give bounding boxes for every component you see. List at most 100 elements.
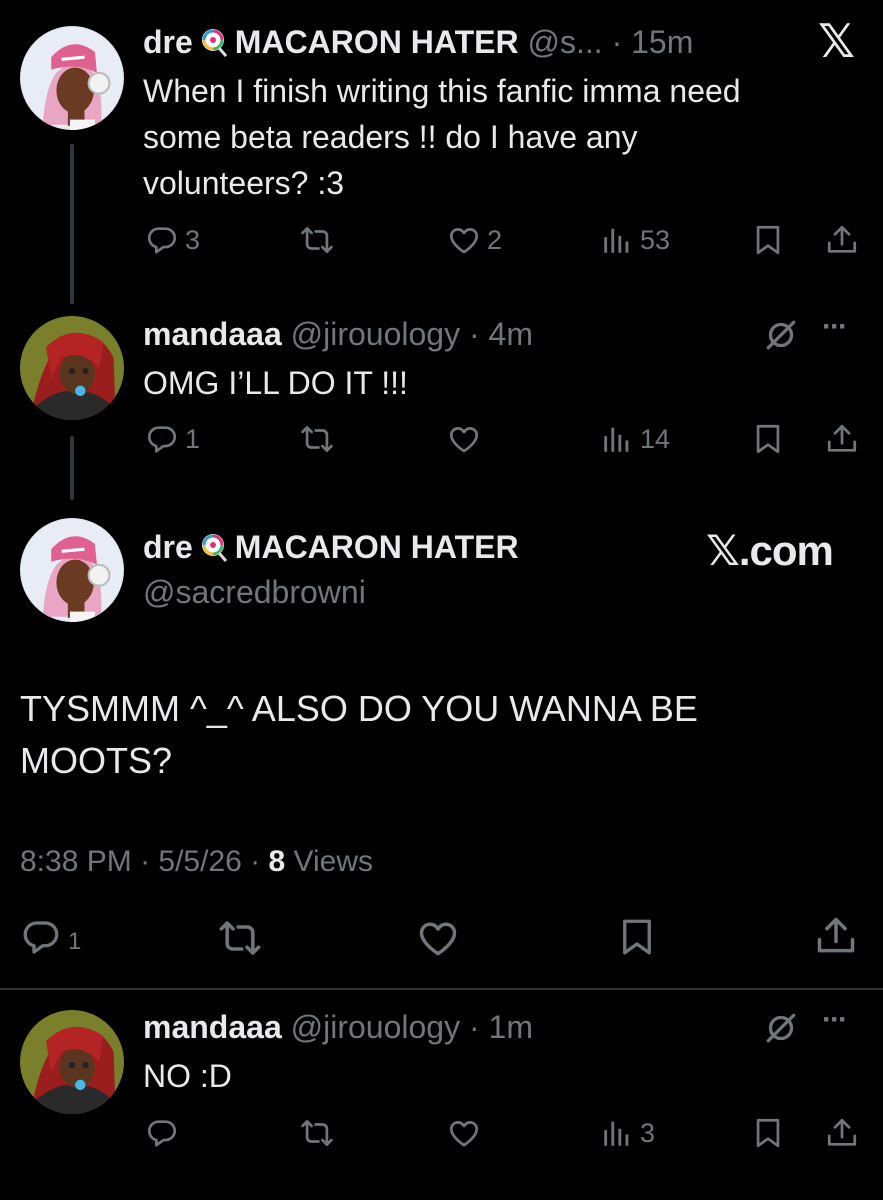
- views-count: 8: [268, 845, 286, 878]
- timestamp[interactable]: 15m: [631, 24, 693, 60]
- like-icon: [447, 1116, 481, 1150]
- retweet-button[interactable]: [300, 422, 334, 456]
- like-button[interactable]: [447, 1116, 481, 1150]
- share-icon: [825, 1116, 859, 1150]
- like-button[interactable]: 2: [447, 223, 502, 257]
- views-button[interactable]: 53: [600, 223, 670, 257]
- like-icon: [447, 223, 481, 257]
- timestamp[interactable]: 1m: [489, 1009, 533, 1045]
- tweet-text: OMG I’LL DO IT !!!: [143, 365, 408, 401]
- reply-icon: [145, 422, 179, 456]
- avatar-mandaaa[interactable]: [20, 1010, 124, 1114]
- bookmark-button[interactable]: [751, 1116, 785, 1150]
- handle[interactable]: @s...: [528, 24, 603, 60]
- text-line: When I finish writing this fanfic imma n…: [143, 73, 741, 109]
- reply1-header: mandaaa @jirouology · 4m: [143, 316, 533, 352]
- lollipop-emoji: [201, 29, 227, 57]
- share-button[interactable]: [825, 422, 859, 456]
- like-icon: [447, 422, 481, 456]
- avatar-mandaaa[interactable]: [20, 316, 124, 420]
- grok-button[interactable]: [763, 1010, 799, 1046]
- share-icon: [825, 223, 859, 257]
- reply-icon: [145, 1116, 179, 1150]
- handle[interactable]: @jirouology: [291, 316, 460, 352]
- more-icon: ···: [822, 310, 848, 343]
- bookmark-button[interactable]: [751, 422, 785, 456]
- views-count: 53: [640, 224, 671, 255]
- more-button[interactable]: ···: [822, 310, 848, 344]
- tweet-text: When I finish writing this fanfic imma n…: [143, 68, 741, 206]
- handle[interactable]: @sacredbrowni: [143, 572, 366, 612]
- time[interactable]: 8:38 PM: [20, 845, 132, 878]
- retweet-icon: [300, 422, 334, 456]
- retweet-button[interactable]: [218, 916, 262, 960]
- reply-icon: [145, 223, 179, 257]
- x-com-brand: 𝕏.com: [706, 527, 834, 574]
- handle[interactable]: @jirouology: [291, 1009, 460, 1045]
- views-label: Views: [293, 845, 374, 878]
- reply-button[interactable]: 1: [20, 916, 81, 958]
- bookmark-icon: [616, 916, 658, 958]
- display-name-rest[interactable]: MACARON HATER: [235, 529, 519, 565]
- retweet-icon: [300, 1116, 334, 1150]
- reply-button[interactable]: 1: [145, 422, 200, 456]
- reply-button[interactable]: 3: [145, 223, 200, 257]
- retweet-button[interactable]: [300, 223, 334, 257]
- thread-line: [70, 436, 74, 500]
- date[interactable]: 5/5/26: [158, 845, 241, 878]
- display-name[interactable]: mandaaa: [143, 316, 282, 352]
- text-line: volunteers? :3: [143, 165, 345, 201]
- retweet-icon: [300, 223, 334, 257]
- like-count: 2: [487, 224, 503, 255]
- share-button[interactable]: [814, 914, 858, 958]
- views-icon: [600, 223, 634, 257]
- bookmark-icon: [751, 1116, 785, 1150]
- main-tweet-text: TYSMMM ^_^ ALSO DO YOU WANNA BE MOOTS?: [20, 683, 698, 787]
- share-icon: [825, 422, 859, 456]
- views-button[interactable]: 14: [600, 422, 670, 456]
- reply-count: 3: [185, 224, 201, 255]
- like-button[interactable]: [416, 916, 460, 960]
- display-name[interactable]: mandaaa: [143, 1009, 282, 1045]
- grok-icon: [763, 1010, 799, 1046]
- grok-button[interactable]: [763, 317, 799, 353]
- divider: [0, 988, 883, 990]
- reply-count: 1: [185, 423, 201, 454]
- bookmark-icon: [751, 223, 785, 257]
- thread-line: [70, 144, 74, 304]
- bookmark-icon: [751, 422, 785, 456]
- share-button[interactable]: [825, 223, 859, 257]
- avatar-dre[interactable]: [20, 518, 124, 622]
- retweet-icon: [218, 916, 262, 960]
- bookmark-button[interactable]: [616, 916, 658, 958]
- views-count: 14: [640, 423, 671, 454]
- tweet1-header: dre MACARON HATER @s... · 15m: [143, 24, 694, 60]
- reply-count: 1: [68, 928, 82, 955]
- more-button[interactable]: ···: [822, 1003, 848, 1037]
- timestamp-row: 8:38 PM · 5/5/26 · 8 Views: [20, 845, 374, 878]
- lollipop-emoji: [201, 534, 227, 562]
- x-logo-icon[interactable]: 𝕏: [818, 14, 855, 68]
- views-icon: [600, 1116, 634, 1150]
- share-icon: [814, 914, 858, 958]
- views-button[interactable]: 3: [600, 1116, 655, 1150]
- tweet-text: NO :D: [143, 1058, 232, 1094]
- timestamp[interactable]: 4m: [489, 316, 533, 352]
- display-name[interactable]: dre: [143, 529, 193, 565]
- retweet-button[interactable]: [300, 1116, 334, 1150]
- text-line: MOOTS?: [20, 740, 173, 781]
- more-icon: ···: [822, 1003, 848, 1036]
- bookmark-button[interactable]: [751, 223, 785, 257]
- like-button[interactable]: [447, 422, 481, 456]
- share-button[interactable]: [825, 1116, 859, 1150]
- text-line: some beta readers !! do I have any: [143, 119, 638, 155]
- display-name-rest[interactable]: MACARON HATER: [235, 24, 519, 60]
- views-count: 3: [640, 1117, 656, 1148]
- reply-icon: [20, 916, 62, 958]
- avatar-dre[interactable]: [20, 26, 124, 130]
- reply2-header: mandaaa @jirouology · 1m: [143, 1009, 533, 1045]
- reply-button[interactable]: [145, 1116, 179, 1150]
- views-icon: [600, 422, 634, 456]
- like-icon: [416, 916, 460, 960]
- display-name[interactable]: dre: [143, 24, 193, 60]
